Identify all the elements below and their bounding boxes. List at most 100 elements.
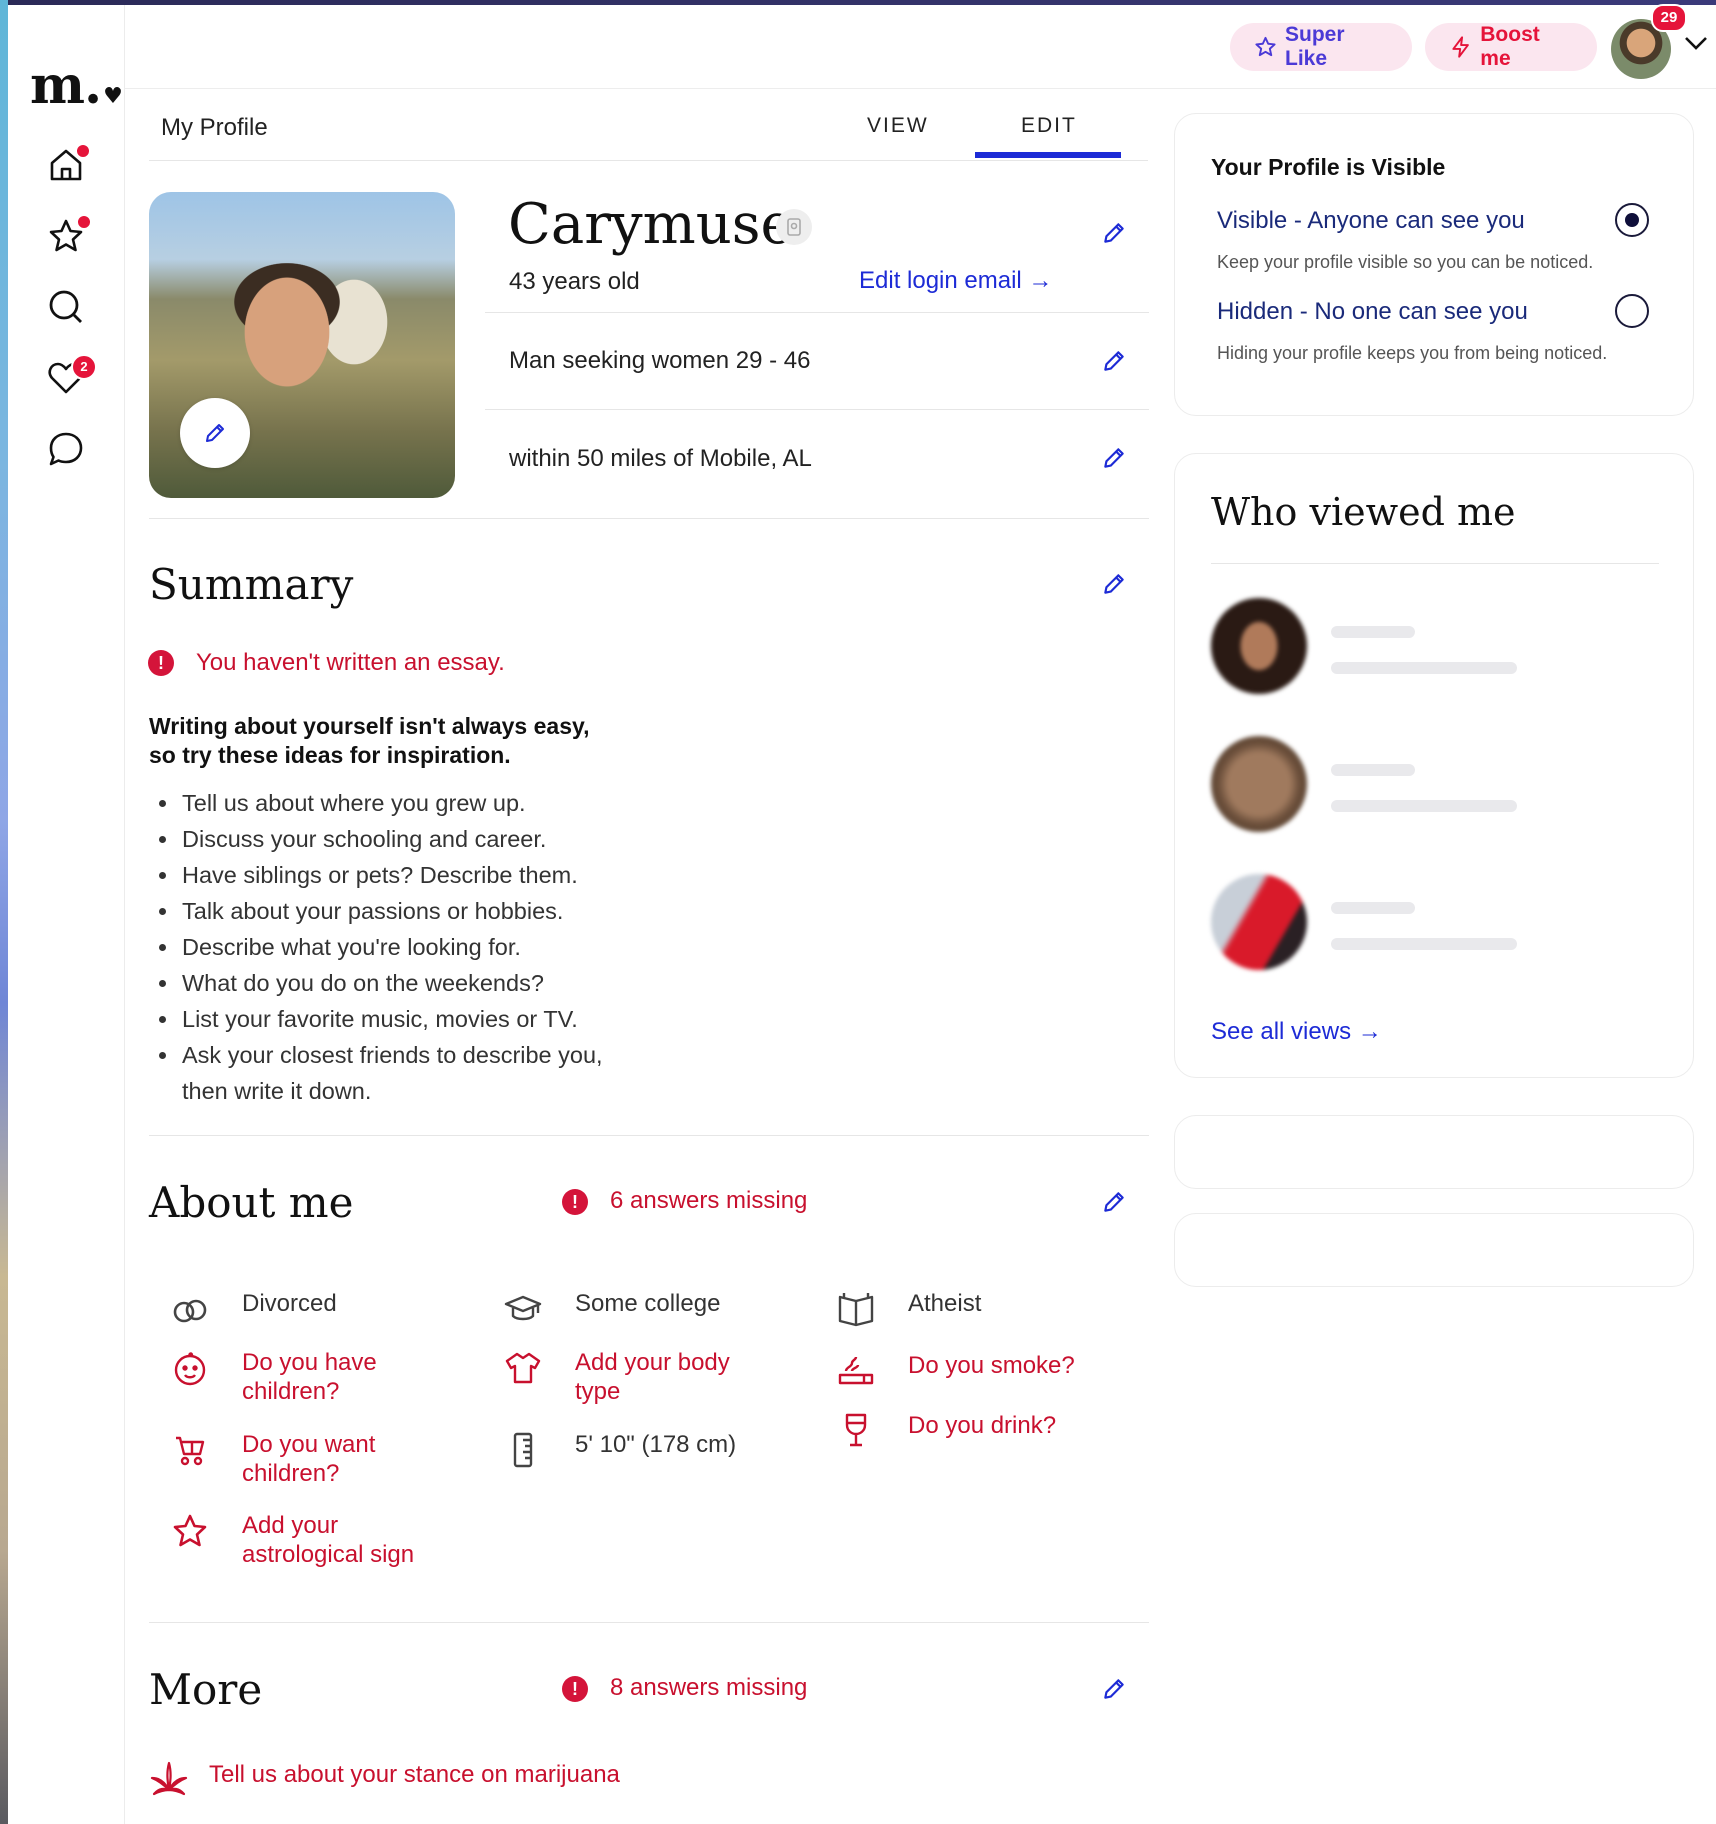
about-marijuana[interactable]: Tell us about your stance on marijuana: [149, 1760, 620, 1800]
about-want-children[interactable]: Do you want children?: [170, 1430, 412, 1488]
list-item: List your favorite music, movies or TV.: [180, 1001, 700, 1037]
boost-me-button[interactable]: Boost me: [1425, 23, 1597, 71]
app-logo[interactable]: m.♥: [30, 55, 123, 116]
about-relationship[interactable]: Divorced: [170, 1289, 337, 1329]
divider: [1211, 563, 1659, 564]
divider: [485, 409, 1149, 410]
edit-login-email-link[interactable]: Edit login email →: [859, 267, 1052, 295]
graduation-cap-icon: [503, 1289, 547, 1329]
about-education[interactable]: Some college: [503, 1289, 720, 1329]
verification-icon[interactable]: [776, 209, 812, 245]
edit-seeking-pencil-icon[interactable]: [1101, 348, 1127, 374]
about-me-title: About me: [149, 1178, 354, 1227]
error-icon: !: [562, 1676, 588, 1702]
viewer-avatar[interactable]: [1211, 874, 1307, 970]
placeholder-line: [1331, 626, 1415, 638]
hidden-radio[interactable]: [1615, 294, 1649, 328]
divider: [149, 1622, 1149, 1623]
about-children[interactable]: Do you have children?: [170, 1348, 412, 1406]
tab-view[interactable]: VIEW: [867, 114, 929, 138]
super-like-label: Super Like: [1285, 23, 1345, 70]
hidden-option-description: Hiding your profile keeps you from being…: [1217, 343, 1608, 363]
chevron-down-icon[interactable]: [1683, 34, 1709, 52]
viewer-avatar[interactable]: [1211, 598, 1307, 694]
edit-more-pencil-icon[interactable]: [1101, 1676, 1127, 1702]
sidebar: m.♥ 2: [8, 5, 125, 1824]
about-drinking[interactable]: Do you drink?: [836, 1411, 1056, 1451]
visibility-title: Your Profile is Visible: [1211, 154, 1446, 180]
top-header: Super Like Boost me: [125, 5, 1716, 89]
list-item: Ask your closest friends to describe you…: [180, 1037, 622, 1109]
placeholder-card: [1174, 1115, 1694, 1189]
list-item: Describe what you're looking for.: [180, 929, 700, 965]
more-missing-text: 8 answers missing: [610, 1674, 808, 1701]
photo-edit-button[interactable]: [180, 398, 250, 468]
placeholder-line: [1331, 800, 1517, 812]
rings-icon: [170, 1289, 214, 1329]
edit-about-pencil-icon[interactable]: [1101, 1189, 1127, 1215]
placeholder-line: [1331, 764, 1415, 776]
list-item: Have siblings or pets? Describe them.: [180, 857, 700, 893]
tab-active-indicator: [975, 152, 1121, 158]
tab-edit[interactable]: EDIT: [1021, 114, 1077, 138]
location-text: within 50 miles of Mobile, AL: [509, 445, 812, 472]
cannabis-leaf-icon: [149, 1760, 193, 1800]
list-item: Discuss your schooling and career.: [180, 821, 700, 857]
super-like-button[interactable]: Super Like: [1230, 23, 1412, 71]
list-item: Tell us about where you grew up.: [180, 785, 700, 821]
inspiration-tips-list: Tell us about where you grew up. Discuss…: [152, 785, 700, 1109]
seeking-text: Man seeking women 29 - 46: [509, 347, 811, 374]
visible-radio[interactable]: [1615, 203, 1649, 237]
list-item: What do you do on the weekends?: [180, 965, 700, 1001]
profile-tabs: My Profile VIEW EDIT: [149, 90, 1148, 161]
edit-name-pencil-icon[interactable]: [1101, 220, 1127, 246]
divider: [485, 312, 1149, 313]
list-item: Talk about your passions or hobbies.: [180, 893, 700, 929]
star-outline-icon: [170, 1511, 214, 1551]
hidden-option-label[interactable]: Hidden - No one can see you: [1217, 298, 1528, 326]
inspiration-heading-line2: so try these ideas for inspiration.: [149, 742, 511, 768]
star-notification-dot: [76, 214, 92, 230]
profile-name: Carymuse: [508, 192, 794, 257]
edit-location-pencil-icon[interactable]: [1101, 445, 1127, 471]
wine-glass-icon: [836, 1411, 880, 1451]
chat-icon[interactable]: [46, 429, 86, 469]
visible-option-description: Keep your profile visible so you can be …: [1217, 252, 1594, 272]
lightning-icon: [1452, 36, 1469, 58]
about-height[interactable]: 5' 10" (178 cm): [503, 1430, 736, 1470]
who-viewed-card: Who viewed me See all views →: [1174, 453, 1694, 1078]
about-astrological-sign[interactable]: Add your astrological sign: [170, 1511, 442, 1569]
edit-summary-pencil-icon[interactable]: [1101, 571, 1127, 597]
smoking-icon: [836, 1351, 880, 1391]
likes-badge: 2: [71, 354, 97, 380]
book-icon: [836, 1289, 880, 1329]
page-title: My Profile: [161, 114, 268, 141]
ruler-icon: [503, 1430, 547, 1470]
divider: [149, 518, 1149, 519]
search-icon[interactable]: [46, 287, 86, 327]
essay-error-text: You haven't written an essay.: [196, 649, 505, 676]
shirt-icon: [503, 1348, 547, 1388]
star-outline-icon: [1255, 36, 1276, 57]
placeholder-line: [1331, 662, 1517, 674]
error-icon: !: [148, 650, 174, 676]
boost-me-label: Boost me: [1480, 23, 1540, 70]
home-notification-dot: [75, 143, 91, 159]
visibility-card: Your Profile is Visible Visible - Anyone…: [1174, 113, 1694, 416]
placeholder-card: [1174, 1213, 1694, 1287]
desktop-background-edge: [0, 0, 8, 1824]
who-viewed-title: Who viewed me: [1211, 490, 1516, 534]
summary-title: Summary: [149, 560, 354, 609]
about-body-type[interactable]: Add your body type: [503, 1348, 745, 1406]
more-title: More: [149, 1665, 263, 1714]
profile-age: 43 years old: [509, 268, 640, 295]
viewer-avatar[interactable]: [1211, 736, 1307, 832]
stroller-icon: [170, 1430, 214, 1470]
about-smoking[interactable]: Do you smoke?: [836, 1351, 1075, 1391]
pencil-icon: [206, 424, 224, 442]
placeholder-line: [1331, 902, 1415, 914]
visible-option-label[interactable]: Visible - Anyone can see you: [1217, 207, 1525, 235]
about-missing-text: 6 answers missing: [610, 1187, 808, 1214]
about-religion[interactable]: Atheist: [836, 1289, 981, 1329]
see-all-views-link[interactable]: See all views →: [1211, 1018, 1382, 1046]
